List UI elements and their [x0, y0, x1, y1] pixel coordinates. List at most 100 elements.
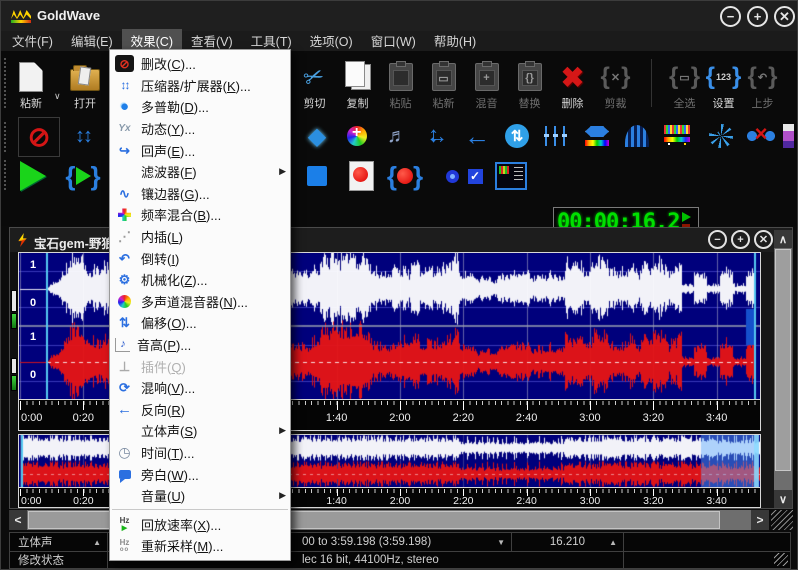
play-selection-icon: {}	[65, 161, 100, 192]
effects-menu-item-freq-mix[interactable]: 频率混合(B)...	[110, 204, 290, 226]
no-entry-icon[interactable]: ⊘	[18, 117, 60, 157]
settings-button[interactable]: {123}设置	[704, 53, 743, 111]
effects-menu-item-mechanize[interactable]: ⚙机械化(Z)...	[110, 269, 290, 291]
pitch-icon: ♪	[115, 338, 130, 352]
toolbar-grip[interactable]	[3, 57, 8, 109]
record-new-icon	[349, 161, 374, 191]
marker-handle[interactable]	[11, 358, 17, 374]
close-button[interactable]: ✕	[774, 6, 795, 27]
echo-icon: ↪	[115, 142, 134, 159]
title-bar: GoldWave − + ✕	[1, 1, 798, 31]
spectrum-icon[interactable]	[657, 117, 697, 155]
maximize-button[interactable]: +	[747, 6, 768, 27]
vertical-scroll-thumb[interactable]	[775, 249, 791, 471]
filter-hex-icon[interactable]	[577, 117, 617, 155]
marker-handle[interactable]	[11, 375, 17, 391]
new-file-button[interactable]: 粘新	[11, 53, 51, 111]
marker-handle[interactable]	[11, 313, 17, 329]
record-dot-button[interactable]	[441, 157, 463, 195]
effects-menu-item-playback-rate[interactable]: 回放速率(X)...	[110, 513, 290, 535]
gate-icon[interactable]	[617, 117, 657, 155]
channel-mode-cell[interactable]: 立体声 ▲	[10, 533, 108, 551]
effects-menu-item-pitch[interactable]: ♪音高(P)...	[110, 334, 290, 356]
position-cell[interactable]: 16.210 ▲	[512, 533, 624, 551]
star-icon[interactable]: ◆	[297, 117, 337, 155]
ruler-label: 2:20	[453, 495, 473, 507]
effects-menu-item-plain[interactable]: 音量(U)▶	[110, 485, 290, 507]
stop-button[interactable]	[297, 157, 337, 195]
toolbar-button-label: 粘新	[433, 95, 455, 111]
color-mixer-icon[interactable]	[337, 117, 377, 155]
delete-icon: ✖	[556, 61, 590, 93]
clipped-edge-icon[interactable]	[781, 117, 795, 155]
effects-menu-item-reverb[interactable]: ⟳混响(V)...	[110, 377, 290, 399]
sound-close-button[interactable]: ✕	[754, 230, 773, 249]
reverse-arrow-icon[interactable]: ←	[457, 117, 497, 155]
cut-button[interactable]: ✂剪切	[293, 53, 336, 111]
effects-menu-item-resample[interactable]: 重新采样(M)...	[110, 535, 290, 557]
spark-icon[interactable]	[701, 117, 741, 155]
scroll-down-button[interactable]: ∨	[774, 490, 792, 508]
effects-menu-item-invert[interactable]: ↶倒转(I)	[110, 247, 290, 269]
minimize-button[interactable]: −	[720, 6, 741, 27]
play-selection-button[interactable]: {}	[63, 157, 103, 195]
effects-menu-item-plain[interactable]: 立体声(S)▶	[110, 420, 290, 442]
offset-circle-icon[interactable]: ⇅	[497, 117, 537, 155]
effects-menu-item-flanger[interactable]: ∿镶边器(G)...	[110, 183, 290, 205]
menubar-item-1[interactable]: 文件(F)	[3, 29, 62, 53]
narration-icon	[115, 466, 134, 483]
paste-icon	[384, 61, 418, 93]
expand-icon[interactable]	[417, 117, 457, 155]
scroll-up-button[interactable]: ∧	[774, 230, 792, 248]
vertical-scrollbar[interactable]: ∧ ∨	[774, 230, 792, 508]
effects-menu-item-echo[interactable]: ↪回声(E)...	[110, 139, 290, 161]
effects-menu-item-channel-mixer[interactable]: 多声道混音器(N)...	[110, 291, 290, 313]
effects-menu-item-deny[interactable]: ⊘删改(C)...	[110, 53, 290, 75]
status-resize-grip[interactable]	[774, 553, 788, 566]
menu-item-label: 反向(R)	[141, 400, 185, 419]
replace-icon: {}	[513, 61, 547, 93]
record-selection-button[interactable]: {}	[385, 157, 425, 195]
marker-handle[interactable]	[11, 290, 17, 312]
record-new-button[interactable]	[341, 157, 381, 195]
selection-dropdown-icon[interactable]: ▼	[497, 538, 505, 547]
goldwave-logo-icon	[11, 8, 31, 24]
effects-menu-item-time[interactable]: ◷时间(T)...	[110, 442, 290, 464]
effects-menu-item-reverse[interactable]: ←反向(R)	[110, 399, 290, 421]
delete-button[interactable]: ✖删除	[551, 53, 594, 111]
copy-button[interactable]: 复制	[336, 53, 379, 111]
menubar-item-6[interactable]: 选项(O)	[301, 29, 362, 53]
effects-menu-item-dynamics[interactable]: Yx动态(Y)...	[110, 118, 290, 140]
sliders-icon[interactable]	[537, 117, 577, 155]
scroll-left-button[interactable]: <	[9, 510, 27, 530]
control-window-button[interactable]	[491, 157, 531, 195]
new-dropdown-caret-icon[interactable]: ∨	[54, 91, 61, 102]
toolbar-button-label: 打开	[74, 95, 96, 111]
open-folder-button[interactable]: 打开	[65, 53, 105, 111]
effects-menu-item-narration[interactable]: 旁白(W)...	[110, 463, 290, 485]
scroll-right-button[interactable]: >	[751, 510, 769, 530]
resize-grip[interactable]	[771, 510, 793, 530]
record-dot-icon	[446, 170, 459, 183]
sound-maximize-button[interactable]: +	[731, 230, 750, 249]
star-glyph: ◆	[308, 122, 326, 151]
effects-menu-item-compress[interactable]: ↕↕压缩器/扩展器(K)...	[110, 75, 290, 97]
resample-icon	[115, 537, 134, 554]
position-arrow-icon[interactable]: ▲	[609, 538, 617, 547]
play-button[interactable]	[13, 157, 53, 195]
effects-menu-item-offset[interactable]: ⇅偏移(O)...	[110, 312, 290, 334]
effects-menu-item-interpolate[interactable]: ⋰内插(L)	[110, 226, 290, 248]
cross-wave-icon[interactable]	[741, 117, 781, 155]
toolbar-button-label: 混音	[476, 95, 498, 111]
record-check-button[interactable]: ✓	[463, 157, 487, 195]
menubar-item-8[interactable]: 帮助(H)	[425, 29, 485, 53]
notes-icon[interactable]: ♬	[377, 117, 417, 155]
channel-mode-arrow-icon[interactable]: ▲	[93, 538, 101, 547]
compress-expand-icon[interactable]: ↕↕	[63, 117, 103, 155]
effects-menu-item-plain[interactable]: 滤波器(F)▶	[110, 161, 290, 183]
select-all-button: {▭}全选	[665, 53, 704, 111]
effects-menu-item-doppler[interactable]: ●多普勒(D)...	[110, 96, 290, 118]
menubar-item-7[interactable]: 窗口(W)	[362, 29, 425, 53]
menu-item-label: 时间(T)...	[141, 443, 194, 462]
sound-minimize-button[interactable]: −	[708, 230, 727, 249]
